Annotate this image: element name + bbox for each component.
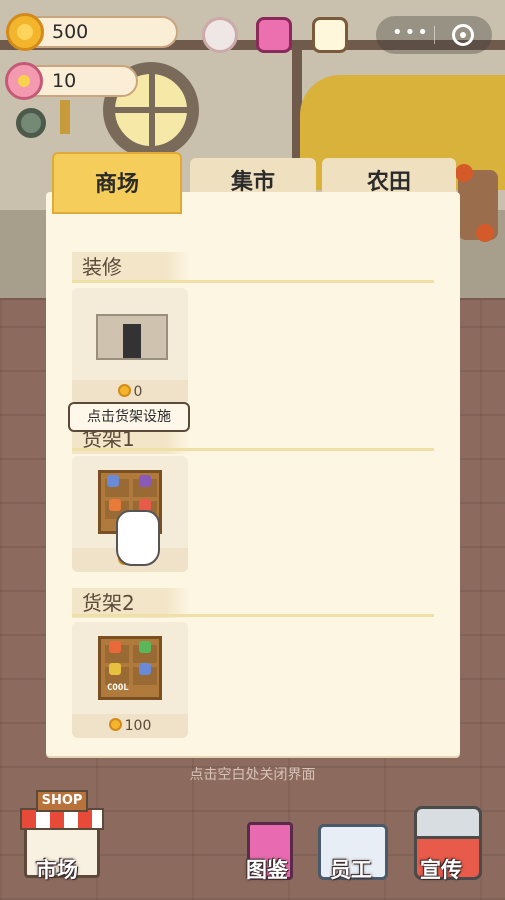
goods-icon (109, 663, 121, 675)
tab-mall[interactable]: 商场 (52, 152, 182, 214)
more-menu-icon[interactable]: ••• (392, 22, 430, 43)
capsule-divider (434, 26, 435, 44)
mini-program-capsule: ••• (376, 16, 492, 54)
promotion-button[interactable]: 宣传 (420, 854, 462, 884)
market-button-label: 市场 (36, 858, 78, 882)
goods-icon (139, 663, 151, 675)
section-divider (72, 448, 434, 451)
shelf-cool-label: COOL (107, 683, 129, 693)
orange-icon (455, 164, 473, 182)
decoration-price: 0 (72, 380, 188, 404)
tooltip-text: 点击货架设施 (87, 409, 171, 425)
tutorial-tooltip: 点击货架设施 (68, 402, 190, 432)
shelf2-card[interactable]: COOL 100 (72, 622, 188, 738)
price-value: 0 (133, 384, 143, 400)
settings-gear-icon[interactable] (202, 17, 238, 53)
close-mini-program-icon[interactable] (452, 24, 474, 46)
section-title-text: 货架2 (82, 591, 135, 615)
goods-icon (107, 475, 119, 487)
shelf2-price: 100 (72, 714, 188, 738)
staff-button[interactable]: 员工 (330, 854, 372, 884)
market-button[interactable]: 市场 (36, 854, 78, 884)
door-item-icon (96, 314, 168, 360)
orange-icon (476, 224, 494, 242)
guide-button-label: 图鉴 (246, 858, 288, 882)
close-hint[interactable]: 点击空白处关闭界面 (0, 764, 505, 784)
close-hint-text: 点击空白处关闭界面 (189, 767, 316, 783)
decoration-card[interactable]: 0 (72, 288, 188, 404)
goods-icon (109, 499, 121, 511)
gift-box-icon[interactable] (256, 17, 292, 53)
section-title-decoration: 装修 (72, 252, 190, 282)
section-divider (72, 614, 434, 617)
tutorial-pointer-hand-icon (116, 510, 160, 566)
section-divider (72, 280, 434, 283)
section-title-text: 装修 (82, 255, 122, 279)
goods-icon (139, 475, 151, 487)
tab-mall-label: 商场 (94, 172, 139, 197)
flower-value: 10 (52, 70, 77, 92)
coin-value: 500 (52, 21, 89, 43)
staff-button-label: 员工 (330, 858, 372, 882)
price-value: 100 (124, 718, 152, 734)
flower-icon (5, 62, 43, 100)
task-clipboard-icon[interactable] (312, 17, 348, 53)
key-icon (60, 100, 70, 134)
coin-icon (108, 718, 122, 731)
shelf2-item-icon: COOL (98, 636, 162, 700)
game-scene[interactable]: 500 10 ••• 集市 农田 商场 装修 0 货架1 货架2 COOL 10… (0, 0, 505, 900)
coin-icon (6, 13, 44, 51)
shop-sign-text: SHOP (41, 793, 83, 808)
goods-icon (139, 641, 151, 653)
promotion-button-label: 宣传 (420, 858, 462, 882)
shop-sign: SHOP (36, 790, 88, 812)
goods-icon (109, 641, 121, 653)
guide-button[interactable]: 图鉴 (246, 854, 288, 884)
coin-icon (117, 384, 131, 397)
frying-pan-icon (16, 108, 46, 138)
